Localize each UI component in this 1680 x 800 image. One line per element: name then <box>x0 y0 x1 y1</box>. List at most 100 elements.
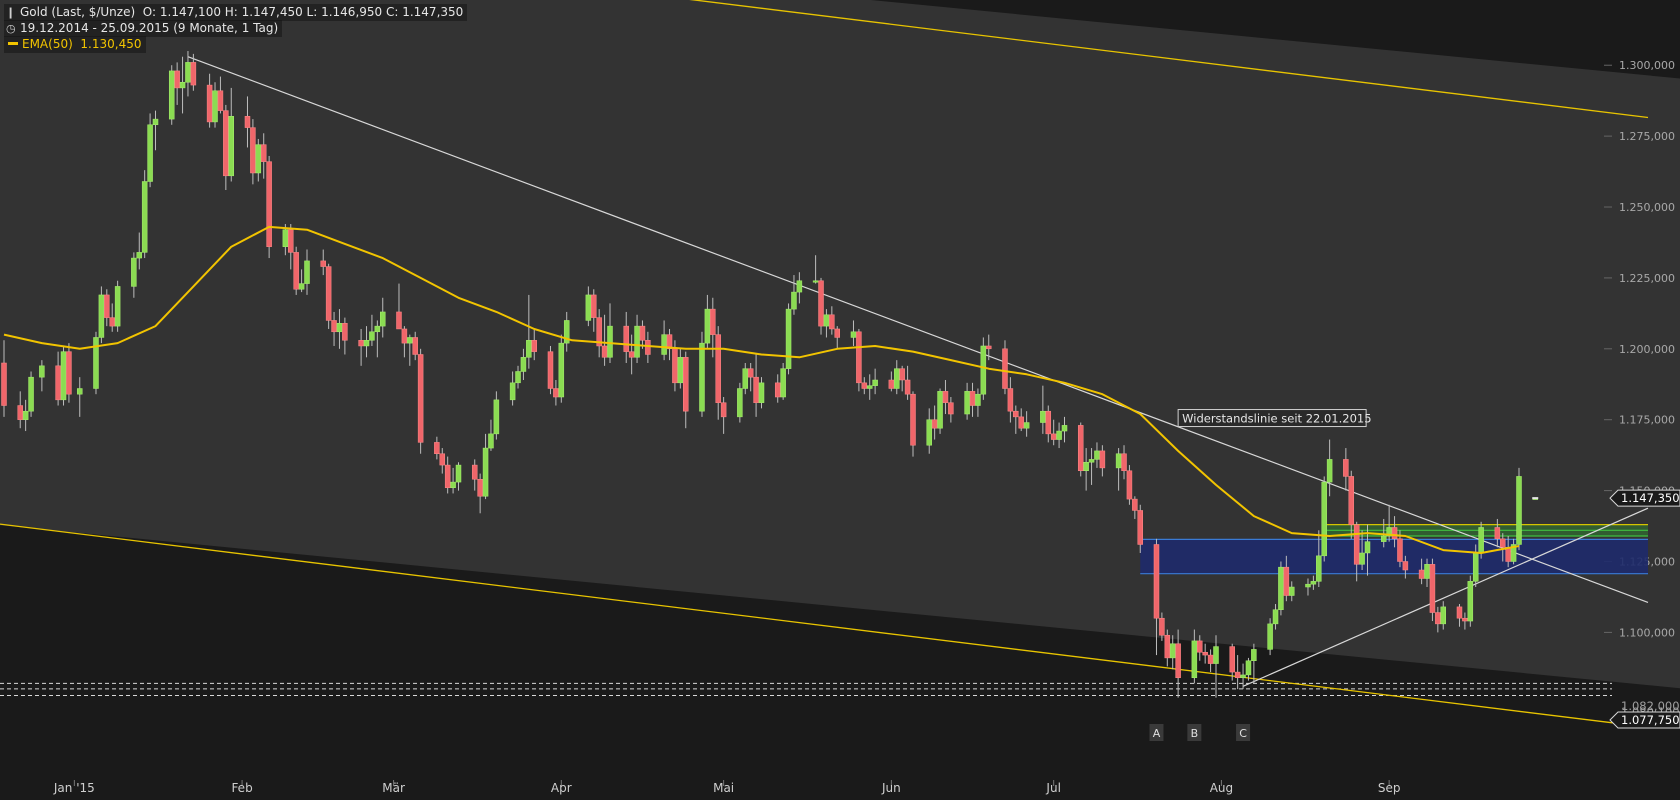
legend-ema-row[interactable]: EMA(50) 1.130,450 <box>4 36 146 53</box>
candle-down <box>931 419 938 429</box>
candle-down <box>683 357 689 412</box>
candle-down <box>1121 453 1127 471</box>
candle-up <box>39 365 45 378</box>
candle-up <box>450 481 456 489</box>
candle-down <box>412 337 418 355</box>
chart-type-icon: ❙ <box>6 6 16 19</box>
candle-up <box>1094 450 1100 460</box>
candle-up <box>1169 643 1176 659</box>
candle-down <box>553 388 559 398</box>
candle-up <box>22 410 29 420</box>
candle-up <box>1289 586 1295 596</box>
candle-down <box>710 308 716 335</box>
candle-down <box>174 70 180 89</box>
candle-down <box>818 280 824 327</box>
legend-ohlc: O: 1.147,100 H: 1.147,450 L: 1.146,950 C… <box>142 5 464 19</box>
candle-down <box>1343 459 1349 477</box>
candle-up <box>1359 552 1365 565</box>
candle-up <box>1056 430 1062 440</box>
candle-up <box>780 368 786 398</box>
candle-up <box>1440 606 1446 625</box>
candle-down <box>206 84 213 123</box>
candle-up <box>1040 410 1046 423</box>
candle-up <box>136 252 143 259</box>
candle-up <box>964 391 970 415</box>
candle-down <box>66 351 72 395</box>
legend-range-row: ◷ 19.12.2014 - 25.09.2015 (9 Monate, 1 Ta… <box>4 20 283 37</box>
candle-down <box>1456 606 1463 619</box>
candle-up <box>488 433 494 449</box>
legend-title: Gold (Last, $/Unze) <box>20 5 136 19</box>
candle-up <box>785 308 792 369</box>
candle-up <box>114 286 121 327</box>
gold-chart: 1.100,0001.125,0001.150,0001.175,0001.20… <box>0 0 1680 795</box>
candle-down <box>1 362 7 406</box>
x-tick-label: Mär <box>382 781 405 795</box>
candle-down <box>1234 671 1241 679</box>
candle-up <box>1424 564 1430 579</box>
candle-down <box>910 393 916 446</box>
candle-down <box>1126 470 1133 500</box>
candle-down <box>1229 646 1235 673</box>
candle-up <box>742 368 749 389</box>
candle-down <box>948 402 954 415</box>
candle-up <box>1326 459 1333 483</box>
candle-down <box>288 229 294 253</box>
candle-down <box>531 340 537 352</box>
candle-down <box>861 382 868 389</box>
candle-up <box>1115 453 1122 469</box>
candle-up <box>1321 481 1327 557</box>
candle-up <box>737 388 743 418</box>
candle-down <box>1500 538 1506 548</box>
candle-up <box>28 376 34 412</box>
candle-up <box>1516 476 1522 545</box>
candle-down <box>1013 410 1019 418</box>
candle-up <box>77 388 83 395</box>
candle-up <box>168 70 175 120</box>
candle-up <box>1272 609 1279 625</box>
candle-down <box>104 294 110 318</box>
candle-down <box>342 323 348 341</box>
legend-title-row: ❙ Gold (Last, $/Unze) O: 1.147,100 H: 1.1… <box>4 4 468 21</box>
candle-up <box>1472 552 1479 582</box>
candle-up <box>515 371 521 384</box>
candle-up <box>1240 674 1246 679</box>
candle-up <box>60 351 67 401</box>
candle-down <box>396 311 402 330</box>
candle-down <box>829 314 835 330</box>
price-label: 1.077,750 <box>1621 713 1680 727</box>
candle-up <box>363 340 370 347</box>
candle-down <box>747 368 754 378</box>
candle-down <box>55 365 61 401</box>
candle-down <box>260 144 267 162</box>
x-tick-label: Apr <box>551 781 572 795</box>
candle-up <box>1364 541 1371 554</box>
candle-up <box>894 368 900 389</box>
candle-up <box>1478 527 1484 554</box>
candle-up <box>677 357 684 384</box>
candle-up <box>455 464 462 483</box>
candle-down <box>623 325 629 352</box>
candle-up <box>407 337 413 344</box>
pivot-label: A <box>1153 727 1161 740</box>
candle-down <box>1132 498 1138 511</box>
candle-down <box>244 116 251 128</box>
price-label: 1.147,350 <box>1621 491 1680 505</box>
candle-down <box>1045 410 1052 435</box>
candle-down <box>986 345 992 350</box>
candle-down <box>1202 651 1208 656</box>
candle-up <box>374 325 381 333</box>
candle-down <box>1137 510 1143 545</box>
candle-down <box>1159 617 1165 636</box>
legend-ema-value: 1.130,450 <box>80 37 142 51</box>
candle-down <box>331 320 337 333</box>
x-tick-label: Aug <box>1210 781 1233 795</box>
ema-swatch <box>8 42 18 45</box>
x-tick-label: Jun <box>881 781 901 795</box>
candle-down <box>856 331 862 384</box>
candle-down <box>715 334 721 403</box>
candle-down <box>1435 612 1441 625</box>
candle-down <box>1050 433 1057 440</box>
candle-down <box>1429 564 1436 613</box>
candle-up <box>1245 660 1252 676</box>
